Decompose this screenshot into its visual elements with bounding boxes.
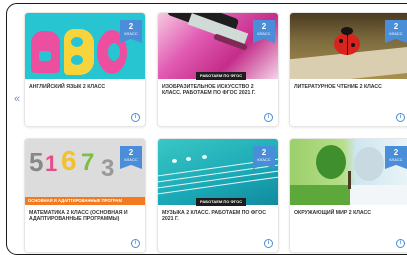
course-title[interactable]: ИЗОБРАЗИТЕЛЬНОЕ ИСКУССТВО 2 КЛАСС. РАБОТ… — [162, 84, 272, 97]
course-title[interactable]: МАТЕМАТИКА 2 КЛАСС (ОСНОВНАЯ И АДАПТИРОВ… — [29, 210, 139, 223]
program-caption: ОСНОВНАЯ И АДАПТИРОВАННЫЕ ПРОГРАМ — [25, 197, 145, 205]
fgos-label: РАБОТАЕМ ПО ФГОС — [196, 198, 247, 206]
info-icon[interactable]: i — [396, 239, 405, 248]
carousel-prev-button[interactable]: « — [14, 94, 20, 105]
info-icon[interactable]: i — [131, 239, 140, 248]
course-card-art[interactable]: РАБОТАЕМ ПО ФГОС 2 КЛАСС ИЗОБРАЗИТЕЛЬНОЕ … — [158, 13, 278, 126]
course-title[interactable]: МУЗЫКА 2 КЛАСС. РАБОТАЕМ ПО ФГОС 2021 Г. — [162, 210, 272, 223]
info-icon[interactable]: i — [396, 113, 405, 122]
course-title[interactable]: АНГЛИЙСКИЙ ЯЗЫК 2 КЛАСС — [29, 84, 139, 90]
course-card-math[interactable]: 5 1 6 7 3 ОСНОВНАЯ И АДАПТИРОВАННЫЕ ПРОГ… — [25, 139, 145, 252]
course-title[interactable]: ОКРУЖАЮЩИЙ МИР 2 КЛАСС — [294, 210, 404, 216]
course-card-music[interactable]: РАБОТАЕМ ПО ФГОС 2 КЛАСС МУЗЫКА 2 КЛАСС. … — [158, 139, 278, 252]
course-card-literature[interactable]: 2 КЛАСС ЛИТЕРАТУРНОЕ ЧТЕНИЕ 2 КЛАСС i — [290, 13, 407, 126]
info-icon[interactable]: i — [264, 239, 273, 248]
course-title[interactable]: ЛИТЕРАТУРНОЕ ЧТЕНИЕ 2 КЛАСС — [294, 84, 404, 90]
info-icon[interactable]: i — [131, 113, 140, 122]
fgos-label: РАБОТАЕМ ПО ФГОС — [196, 72, 247, 80]
info-icon[interactable]: i — [264, 113, 273, 122]
course-card-english[interactable]: 2 КЛАСС АНГЛИЙСКИЙ ЯЗЫК 2 КЛАСС i — [25, 13, 145, 126]
course-card-world[interactable]: 2 КЛАСС ОКРУЖАЮЩИЙ МИР 2 КЛАСС i — [290, 139, 407, 252]
